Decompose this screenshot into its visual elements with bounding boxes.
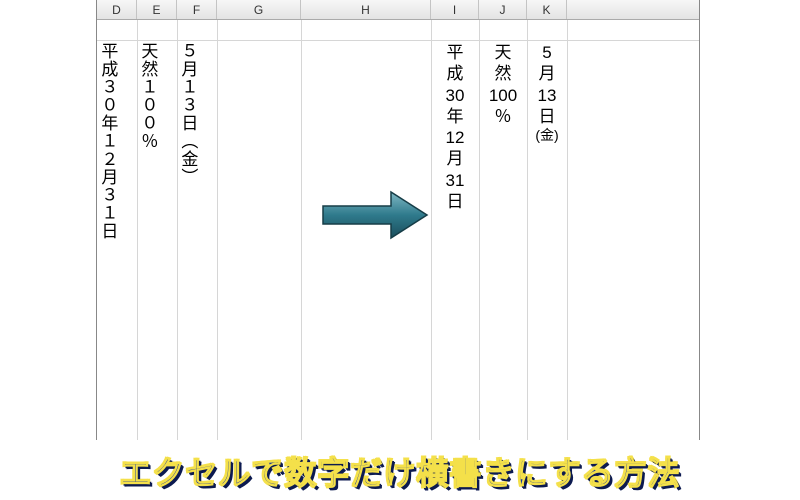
stack-char: 然: [495, 63, 512, 84]
stack-char: 日: [447, 191, 464, 212]
arrow-icon: [321, 188, 431, 242]
cell-i-stack: 平成30年12月31日: [431, 42, 479, 212]
row-gridline: [97, 40, 699, 41]
col-gridline: [431, 20, 432, 440]
col-gridline: [177, 20, 178, 440]
column-header[interactable]: H: [301, 0, 431, 19]
stack-char: 日: [539, 106, 556, 127]
stack-char: 5: [542, 42, 551, 63]
column-header[interactable]: I: [431, 0, 479, 19]
stack-char: 天: [495, 42, 512, 63]
column-header[interactable]: E: [137, 0, 177, 19]
column-header[interactable]: K: [527, 0, 567, 19]
grid-body: 平成３０年１２月３１日 天然１００％ ５月１３日（金） 平成30年12月31日 …: [97, 20, 699, 440]
col-gridline: [217, 20, 218, 440]
cell-e: 天然１００％: [137, 40, 177, 150]
stack-char: 平: [447, 42, 464, 63]
col-gridline: [567, 20, 568, 440]
col-gridline: [479, 20, 480, 440]
col-gridline: [301, 20, 302, 440]
stack-char: 31: [446, 170, 465, 191]
stack-char: 13: [538, 85, 557, 106]
cell-k: 5月13日(金): [527, 40, 567, 145]
cell-f-text: ５月１３日（金）: [177, 42, 197, 186]
cell-i: 平成30年12月31日: [431, 40, 479, 212]
cell-k-stack: 5月13日(金): [527, 42, 567, 145]
col-gridline: [527, 20, 528, 440]
column-header[interactable]: J: [479, 0, 527, 19]
column-header[interactable]: D: [97, 0, 137, 19]
stack-char: 12: [446, 127, 465, 148]
cell-d-text: 平成３０年１２月３１日: [97, 42, 117, 240]
stack-char: 月: [447, 148, 464, 169]
col-gridline: [137, 20, 138, 440]
cell-e-text: 天然１００％: [137, 42, 157, 150]
excel-frame: DEFGHIJK 平成３０年１２月３１日 天然１００％ ５月１３日（金） 平成3…: [96, 0, 700, 440]
cell-f: ５月１３日（金）: [177, 40, 217, 186]
column-header[interactable]: G: [217, 0, 301, 19]
cell-j-stack: 天然100％: [479, 42, 527, 127]
cell-d: 平成３０年１２月３１日: [97, 40, 137, 240]
stack-char: 100: [489, 85, 517, 106]
caption: エクセルで数字だけ横書きにする方法: [0, 448, 800, 494]
stack-char: ％: [495, 106, 512, 127]
stack-char: 月: [539, 63, 556, 84]
stack-char: 成: [447, 63, 464, 84]
stack-char: 年: [447, 106, 464, 127]
stack-char: 30: [446, 85, 465, 106]
column-header[interactable]: F: [177, 0, 217, 19]
column-header-row: DEFGHIJK: [97, 0, 699, 20]
cell-j: 天然100％: [479, 40, 527, 127]
stack-paren: (金): [535, 127, 558, 145]
